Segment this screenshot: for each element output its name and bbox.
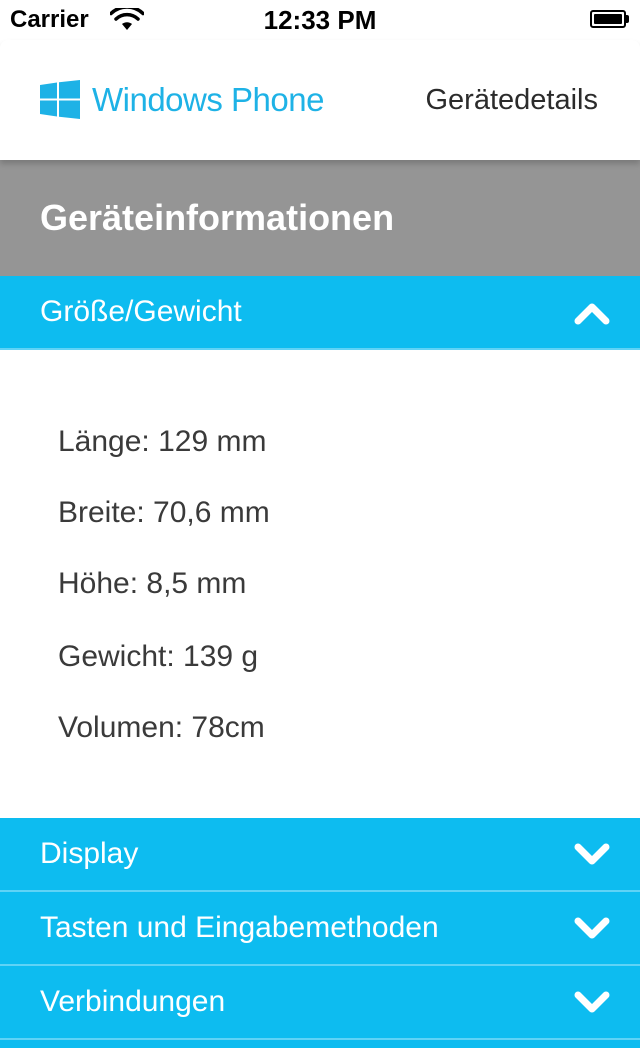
battery-icon (590, 10, 630, 28)
accordion-header-display[interactable]: Display (0, 818, 640, 890)
detail-length: Länge: 129 mm (58, 425, 267, 458)
accordion-label: Größe/Gewicht (40, 295, 242, 328)
size-weight-details: Länge: 129 mm Breite: 70,6 mm Höhe: 8,5 … (0, 350, 640, 818)
chevron-up-icon (574, 303, 610, 325)
accordion-label: Tasten und Eingabemethoden (40, 911, 439, 944)
detail-height: Höhe: 8,5 mm (58, 567, 247, 600)
section-title-label: Geräteinformationen (40, 197, 395, 238)
windows-logo-icon (40, 80, 80, 119)
accordion-label: Display (40, 837, 139, 870)
page-title: Gerätedetails (425, 84, 599, 116)
brand-name: Windows Phone (92, 81, 324, 118)
clock: 12:33 PM (263, 5, 377, 35)
accordion-header-size-weight[interactable]: Größe/Gewicht (0, 276, 640, 348)
detail-weight: Gewicht: 139 g (58, 640, 259, 673)
app-header: Windows Phone Gerätedetails (0, 40, 640, 160)
chevron-down-icon (574, 917, 610, 939)
accordion-header-keys-input[interactable]: Tasten und Eingabemethoden (0, 892, 640, 964)
detail-width: Breite: 70,6 mm (58, 496, 270, 529)
detail-volume: Volumen: 78cm (58, 711, 265, 744)
accordion-header-next[interactable] (0, 1040, 640, 1048)
section-title: Geräteinformationen (0, 160, 640, 276)
status-bar: Carrier 12:33 PM (0, 0, 640, 40)
accordion-header-connections[interactable]: Verbindungen (0, 966, 640, 1038)
chevron-down-icon (574, 991, 610, 1013)
chevron-down-icon (574, 843, 610, 865)
accordion-label: Verbindungen (40, 985, 226, 1018)
